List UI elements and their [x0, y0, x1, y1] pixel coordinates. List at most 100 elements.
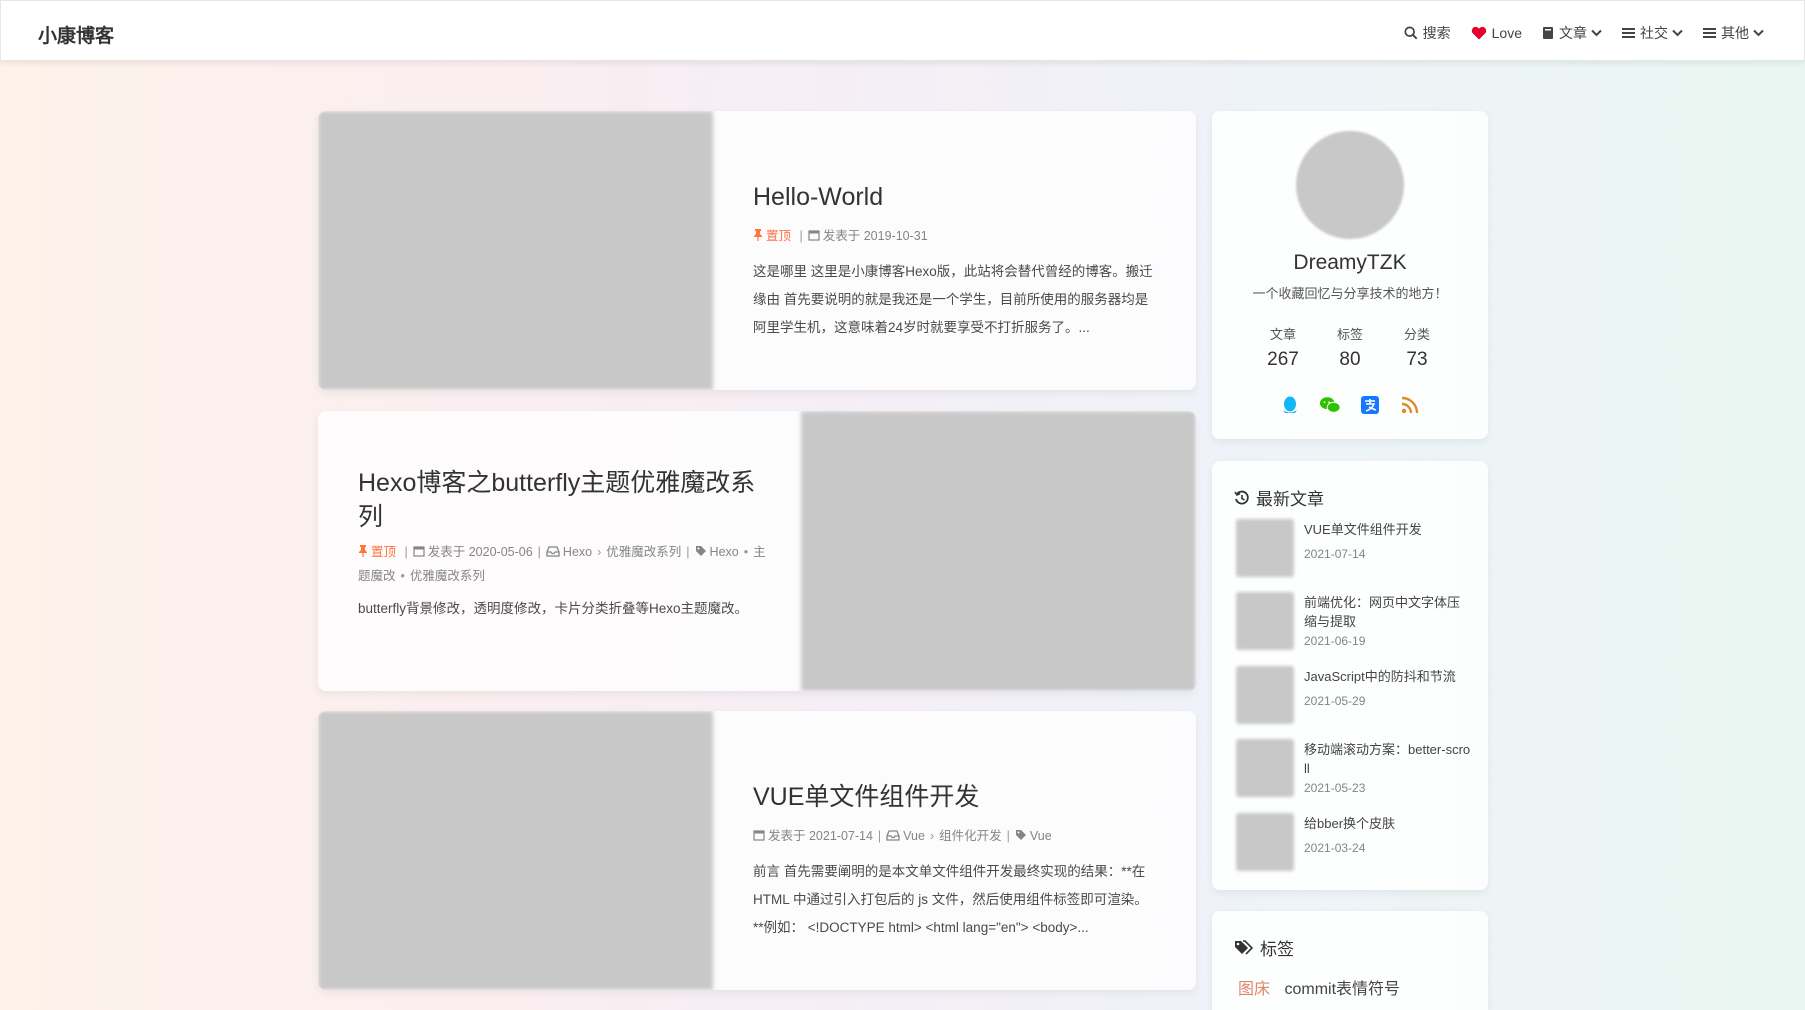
recent-post-item[interactable]: 给bber换个皮肤 2021-03-24 — [1236, 813, 1476, 873]
recent-post-date: 2021-06-19 — [1304, 634, 1366, 648]
post-excerpt: butterfly背景修改，透明度修改，卡片分类折叠等Hexo主题魔改。 — [358, 601, 749, 616]
post-cover-image[interactable] — [801, 411, 1196, 691]
nav-love-label: Love — [1491, 25, 1522, 41]
post-category[interactable]: Hexo — [563, 545, 592, 559]
nav-other-label: 其他 — [1721, 25, 1749, 41]
recent-posts-heading: 最新文章 — [1234, 485, 1324, 510]
recent-post-item[interactable]: JavaScript中的防抖和节流 2021-05-29 — [1236, 666, 1476, 726]
calendar-icon — [808, 226, 820, 250]
post-meta: 发表于 2021-07-14 | Vue › 组件化开发 | Vue — [753, 825, 1153, 850]
post-title[interactable]: Hello-World — [753, 181, 1153, 215]
chevron-down-icon — [1591, 29, 1602, 37]
tag-link[interactable]: 图床 — [1238, 981, 1270, 998]
stat-tags[interactable]: 标签 80 — [1315, 324, 1385, 371]
tags-icon — [1234, 939, 1254, 956]
author-name: DreamyTZK — [1293, 251, 1407, 274]
book-icon — [1542, 26, 1554, 40]
post-card[interactable]: Hexo博客之butterfly主题优雅魔改系列 置顶 | 发表于 2020-05… — [318, 411, 1196, 691]
history-icon — [1234, 490, 1250, 506]
tag-icon — [695, 542, 707, 566]
post-meta: 置顶 | 发表于 2020-05-06 | Hexo › 优雅魔改系列 | Hexo • 主题魔改… — [358, 541, 768, 590]
stat-label: 文章 — [1269, 327, 1296, 342]
sticky-badge: 置顶 — [753, 228, 795, 243]
post-tag[interactable]: 优雅魔改系列 — [410, 569, 485, 583]
rss-icon[interactable] — [1399, 394, 1421, 416]
recent-post-item[interactable]: VUE单文件组件开发 2021-07-14 — [1236, 519, 1476, 579]
recent-post-thumbnail[interactable] — [1236, 739, 1294, 797]
post-info: Hello-World 置顶 | 发表于 2019-10-31 这是哪里 这里是小… — [753, 181, 1153, 343]
tag-link[interactable]: commit表情符号 — [1284, 981, 1400, 998]
post-card[interactable]: VUE单文件组件开发 发表于 2021-07-14 | Vue › 组件化开发 | Vue … — [318, 711, 1196, 990]
post-cover-image[interactable] — [318, 711, 713, 990]
stat-categories[interactable]: 分类 73 — [1382, 324, 1452, 371]
post-category[interactable]: Vue — [903, 829, 925, 843]
navbar: 小康博客 搜索 Love 文章 社交 其他 — [0, 0, 1805, 61]
inbox-icon — [886, 826, 900, 850]
stat-label: 标签 — [1336, 327, 1363, 342]
post-date: 发表于 2021-07-14 — [768, 828, 873, 843]
nav-social-label: 社交 — [1640, 25, 1668, 41]
nav-articles-label: 文章 — [1559, 25, 1587, 41]
post-category[interactable]: 组件化开发 — [939, 829, 1002, 843]
recent-post-item[interactable]: 前端优化：网页中文字体压缩与提取 2021-06-19 — [1236, 592, 1476, 652]
site-name[interactable]: 小康博客 — [38, 21, 114, 48]
wechat-icon[interactable] — [1319, 394, 1341, 416]
nav-search-label: 搜索 — [1422, 25, 1451, 41]
pin-icon — [358, 542, 368, 566]
nav-other[interactable]: 其他 — [1703, 23, 1764, 43]
recent-post-title[interactable]: 前端优化：网页中文字体压缩与提取 — [1304, 594, 1472, 632]
recent-post-item[interactable]: 移动端滚动方案：better-scroll 2021-05-23 — [1236, 739, 1476, 799]
search-icon — [1404, 26, 1418, 40]
sticky-badge: 置顶 — [358, 544, 400, 559]
author-description: 一个收藏回忆与分享技术的地方！ — [1252, 286, 1448, 301]
pin-icon — [753, 226, 763, 250]
post-excerpt: 这是哪里 这里是小康博客Hexo版，此站将会替代曾经的博客。搬迁缘由 首先要说明… — [753, 263, 1153, 336]
recent-post-thumbnail[interactable] — [1236, 666, 1294, 724]
stat-value: 267 — [1267, 349, 1299, 370]
tags-heading: 标签 — [1234, 935, 1294, 960]
post-card[interactable]: Hello-World 置顶 | 发表于 2019-10-31 这是哪里 这里是小… — [318, 111, 1196, 390]
recent-post-title[interactable]: 移动端滚动方案：better-scroll — [1304, 741, 1472, 779]
recent-post-title[interactable]: 给bber换个皮肤 — [1304, 815, 1472, 834]
nav-search[interactable]: 搜索 — [1404, 23, 1451, 43]
post-title[interactable]: VUE单文件组件开发 — [753, 781, 1153, 815]
post-meta: 置顶 | 发表于 2019-10-31 — [753, 225, 1153, 250]
inbox-icon — [546, 542, 560, 566]
stat-label: 分类 — [1403, 327, 1430, 342]
stat-articles[interactable]: 文章 267 — [1248, 324, 1318, 371]
chevron-down-icon — [1753, 29, 1764, 37]
recent-post-date: 2021-03-24 — [1304, 841, 1366, 855]
post-tag[interactable]: Vue — [1030, 829, 1052, 843]
calendar-icon — [413, 542, 425, 566]
alipay-icon[interactable] — [1359, 394, 1381, 416]
post-date: 发表于 2020-05-06 — [427, 544, 533, 559]
recent-post-title[interactable]: VUE单文件组件开发 — [1304, 521, 1472, 540]
nav-menus: 搜索 Love 文章 社交 其他 — [1384, 23, 1764, 43]
post-category[interactable]: 优雅魔改系列 — [606, 545, 681, 559]
recent-post-thumbnail[interactable] — [1236, 519, 1294, 577]
post-excerpt: 前言 首先需要阐明的是本文单文件组件开发最终实现的结果：**在 HTML 中通过… — [753, 863, 1148, 936]
recent-post-title[interactable]: JavaScript中的防抖和节流 — [1304, 668, 1472, 687]
recent-post-thumbnail[interactable] — [1236, 813, 1294, 871]
calendar-icon — [753, 826, 765, 850]
nav-social[interactable]: 社交 — [1622, 23, 1683, 43]
post-tag[interactable]: Hexo — [710, 545, 739, 559]
heart-icon — [1471, 26, 1487, 40]
tags-card: 标签 图床 commit表情符号 — [1212, 911, 1488, 1010]
post-cover-image[interactable] — [318, 111, 713, 390]
post-date: 发表于 2019-10-31 — [822, 228, 928, 243]
stat-value: 73 — [1406, 349, 1428, 370]
post-info: VUE单文件组件开发 发表于 2021-07-14 | Vue › 组件化开发 | Vue … — [753, 781, 1153, 943]
nav-love[interactable]: Love — [1471, 25, 1522, 41]
qq-icon[interactable] — [1279, 394, 1301, 416]
post-info: Hexo博客之butterfly主题优雅魔改系列 置顶 | 发表于 2020-05… — [358, 467, 768, 623]
tag-icon — [1015, 826, 1027, 850]
stat-value: 80 — [1339, 349, 1361, 370]
avatar[interactable] — [1296, 131, 1404, 239]
post-title[interactable]: Hexo博客之butterfly主题优雅魔改系列 — [358, 467, 768, 535]
recent-post-date: 2021-05-29 — [1304, 694, 1366, 708]
recent-post-thumbnail[interactable] — [1236, 592, 1294, 650]
nav-articles[interactable]: 文章 — [1542, 23, 1602, 43]
author-card: DreamyTZK 一个收藏回忆与分享技术的地方！ 文章 267 标签 80 分… — [1212, 111, 1488, 439]
recent-posts-card: 最新文章 VUE单文件组件开发 2021-07-14 前端优化：网页中文字体压缩… — [1212, 461, 1488, 890]
